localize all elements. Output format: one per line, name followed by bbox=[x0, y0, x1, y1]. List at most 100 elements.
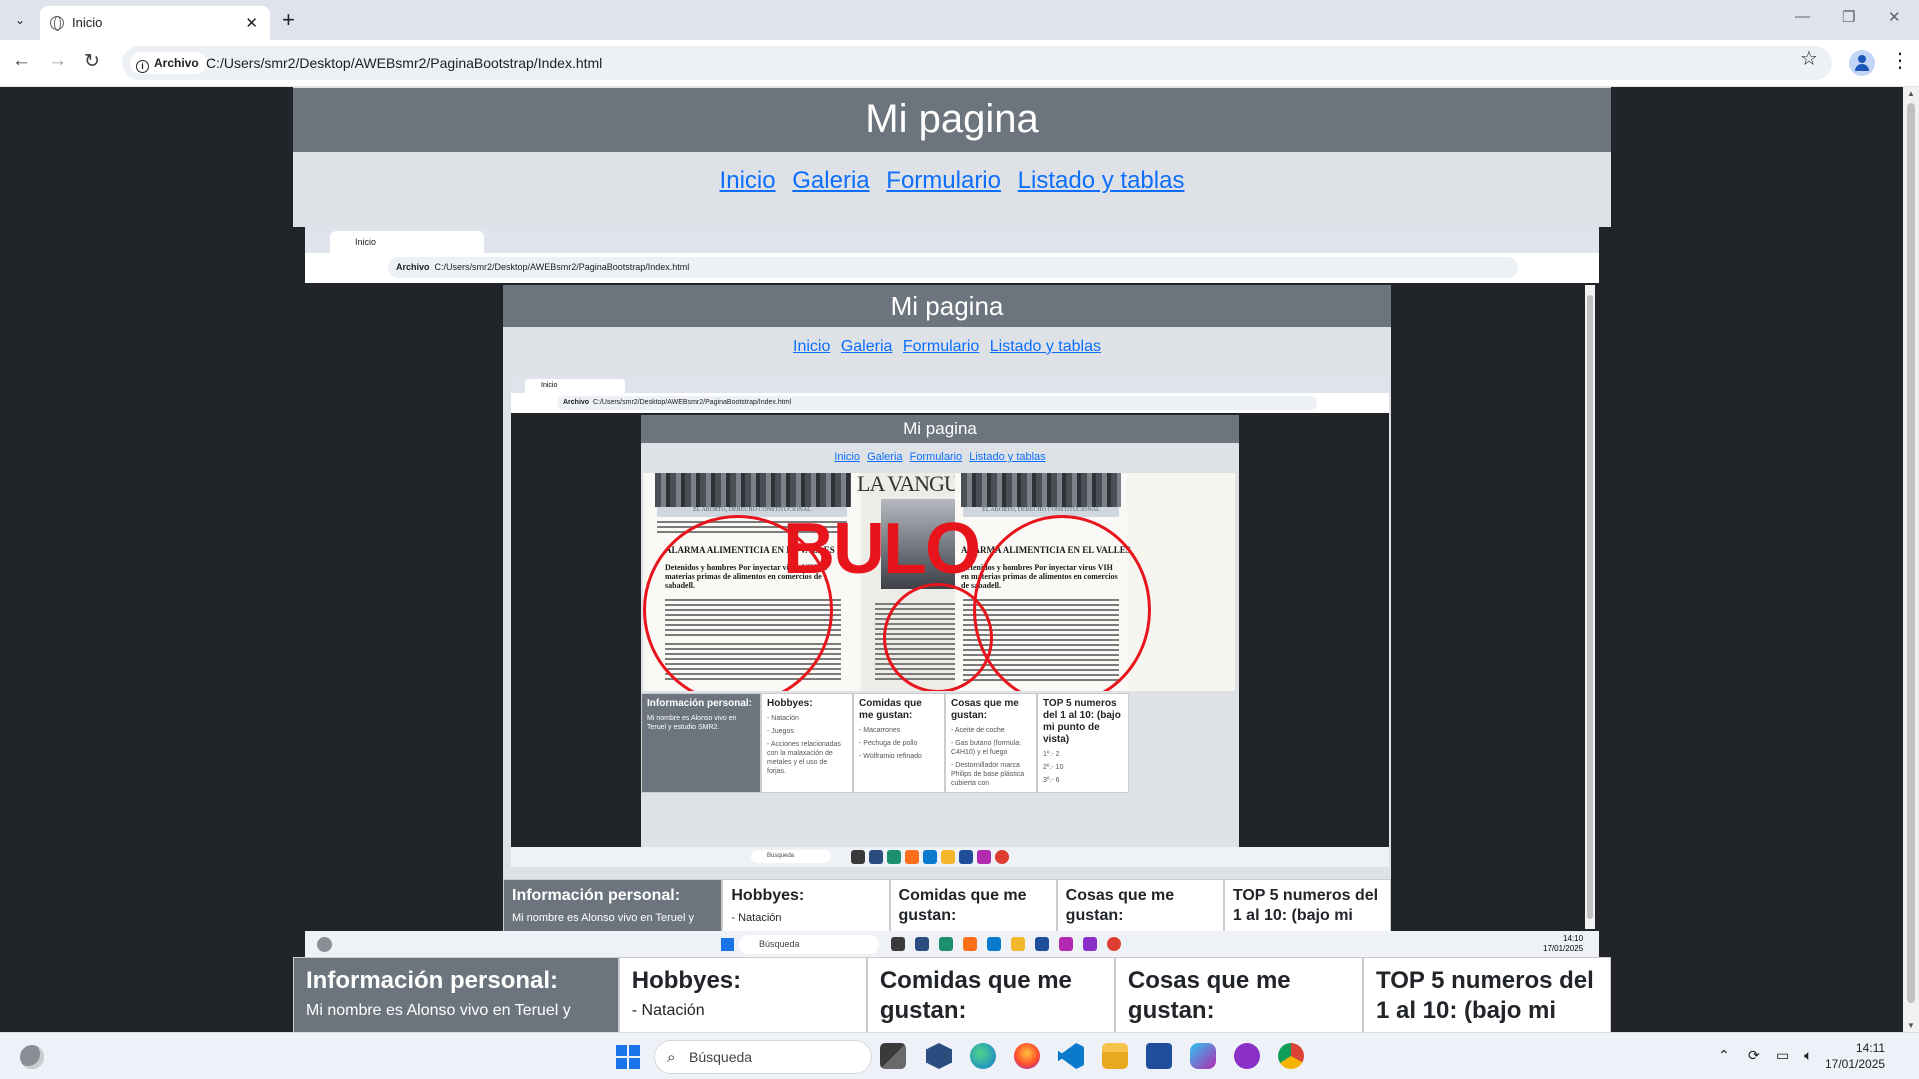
card-title: Comidas que me gustan: bbox=[859, 698, 922, 721]
nav-link-formulario[interactable]: Formulario bbox=[886, 167, 1001, 194]
search-placeholder: Búsqueda bbox=[689, 1049, 753, 1065]
carousel-image: Inicio Archivo C:/Users/smr2/Desktop/AWE… bbox=[293, 227, 1611, 957]
folder-icon[interactable] bbox=[1102, 1043, 1128, 1069]
vscode-icon[interactable] bbox=[1058, 1043, 1084, 1069]
forward-button[interactable]: → bbox=[48, 50, 67, 72]
card-text: - Macarrones bbox=[859, 727, 901, 734]
toolbar: ← → ↻ i Archivo C:/Users/smr2/Desktop/AWE… bbox=[0, 40, 1919, 87]
scroll-up-icon[interactable]: ▲ bbox=[1907, 89, 1915, 98]
card-informacion-personal: Información personal: Mi nombre es Alonso… bbox=[293, 957, 619, 1032]
app-icon bbox=[1107, 937, 1121, 951]
start-button[interactable] bbox=[616, 1045, 640, 1069]
nested-screenshot-2: Inicio Archivo C:/Users/smr2/Desktop/AWE… bbox=[511, 377, 1389, 867]
nested-card-comidas: Comidas que me gustan: bbox=[889, 879, 1057, 935]
card-text: - Gas butano (formula: C4H10) y el fuego bbox=[951, 740, 1022, 756]
page-viewport: Mi pagina Inicio Galeria Formulario List… bbox=[0, 87, 1903, 1032]
back-button[interactable]: ← bbox=[12, 50, 31, 72]
network-icon[interactable]: ▭ bbox=[1776, 1047, 1789, 1064]
nested2-taskbar: Búsqueda bbox=[511, 847, 1389, 867]
nested-search: Búsqueda bbox=[739, 935, 879, 954]
tab-strip: ⌄ Inicio ✕ + — ❐ ✕ bbox=[0, 0, 1919, 40]
chevron-up-icon[interactable]: ⌃ bbox=[1718, 1047, 1730, 1064]
card-title: Comidas que me gustan: bbox=[879, 967, 1072, 1024]
3d-viewer-icon[interactable] bbox=[926, 1043, 952, 1069]
nested2-omnibox: Archivo C:/Users/smr2/Desktop/AWEBsmr2/P… bbox=[557, 396, 1317, 410]
card-title: Información personal: bbox=[306, 967, 559, 994]
info-cards: Información personal: Mi nombre es Alonso… bbox=[293, 957, 1612, 1032]
browser-menu-icon[interactable]: ⋮ bbox=[1890, 48, 1910, 73]
nested-card-cosas: Cosas que me gustan: bbox=[1056, 879, 1224, 935]
game-icon[interactable] bbox=[1234, 1043, 1260, 1069]
scroll-down-icon[interactable]: ▼ bbox=[1907, 1021, 1915, 1030]
address-bar[interactable]: i Archivo C:/Users/smr2/Desktop/AWEBsmr2/… bbox=[122, 46, 1832, 80]
close-window-button[interactable]: ✕ bbox=[1888, 8, 1901, 26]
nested2-page: Mi pagina Inicio Galeria Formulario List… bbox=[641, 415, 1239, 855]
site-info-chip[interactable]: i Archivo bbox=[130, 52, 207, 74]
file-explorer-icon[interactable] bbox=[880, 1043, 906, 1069]
nested2-tab-strip: Inicio bbox=[511, 377, 1389, 393]
site-chip-label: Archivo bbox=[154, 56, 199, 70]
tab-close-icon[interactable]: ✕ bbox=[245, 14, 258, 32]
nav-link-listado[interactable]: Listado y tablas bbox=[1018, 167, 1185, 194]
clock-time: 14:11 bbox=[1855, 1041, 1886, 1055]
card-comidas: Comidas que me gustan: bbox=[866, 957, 1115, 1032]
app-icon bbox=[977, 850, 991, 864]
nested-screenshot-1: Inicio Archivo C:/Users/smr2/Desktop/AWE… bbox=[305, 227, 1599, 957]
chevron-down-icon[interactable]: ⌄ bbox=[8, 9, 32, 31]
nested2-card-top5: TOP 5 numeros del 1 al 10: (bajo mi punt… bbox=[1037, 693, 1129, 793]
system-clock[interactable]: 14:11 17/01/2025 bbox=[1825, 1040, 1885, 1072]
nested-page: Mi pagina Inicio Galeria Formulario List… bbox=[503, 285, 1391, 935]
weather-widget-icon[interactable] bbox=[20, 1045, 44, 1069]
nested-card-info: Información personal: Mi nombre es Alonso… bbox=[503, 879, 723, 935]
info-icon: i bbox=[136, 60, 149, 73]
page-scrollbar[interactable]: ▲ ▼ bbox=[1903, 87, 1919, 1032]
tab-inicio[interactable]: Inicio ✕ bbox=[40, 6, 270, 40]
sync-icon[interactable]: ⟳ bbox=[1748, 1047, 1760, 1064]
profile-avatar[interactable] bbox=[1849, 50, 1875, 76]
store-icon[interactable] bbox=[1146, 1043, 1172, 1069]
nested2-nav-inicio: Inicio bbox=[834, 451, 860, 463]
clock-date: 17/01/2025 bbox=[1825, 1057, 1886, 1071]
bookmark-star-icon[interactable]: ☆ bbox=[1800, 46, 1818, 71]
taskbar-search[interactable]: ⌕ Búsqueda bbox=[654, 1040, 872, 1074]
weather-icon bbox=[317, 937, 332, 952]
card-text: - Pechuga de pollo bbox=[859, 740, 918, 747]
nested-address-bar: Archivo C:/Users/smr2/Desktop/AWEBsmr2/P… bbox=[305, 253, 1599, 283]
app-icon bbox=[941, 850, 955, 864]
edge-icon[interactable] bbox=[970, 1043, 996, 1069]
nested-cards: Información personal: Mi nombre es Alonso… bbox=[503, 879, 1391, 935]
app-icon bbox=[995, 850, 1009, 864]
reload-button[interactable]: ↻ bbox=[84, 50, 100, 73]
minimize-button[interactable]: — bbox=[1795, 8, 1810, 25]
volume-icon[interactable]: 🔈︎ bbox=[1804, 1047, 1812, 1064]
card-text: - Wolframio refinado bbox=[859, 753, 922, 760]
app-icon bbox=[1059, 937, 1073, 951]
app-icon bbox=[915, 937, 929, 951]
nested2-page-title: Mi pagina bbox=[641, 415, 1239, 443]
app-icon bbox=[905, 850, 919, 864]
scrollbar-thumb[interactable] bbox=[1907, 103, 1915, 1003]
card-text: Mi nombre es Alonso vivo en Teruel y bbox=[306, 1002, 571, 1019]
app-icon bbox=[1011, 937, 1025, 951]
card-title: Hobbyes: bbox=[731, 887, 805, 904]
nav-link-inicio[interactable]: Inicio bbox=[720, 167, 776, 194]
nested-scrollbar bbox=[1585, 285, 1595, 929]
card-title: TOP 5 numeros del 1 al 10: (bajo mi punt… bbox=[1043, 698, 1121, 745]
page-title: Mi pagina bbox=[293, 88, 1611, 152]
firefox-icon[interactable] bbox=[1014, 1043, 1040, 1069]
copilot-icon[interactable] bbox=[1190, 1043, 1216, 1069]
nested2-site-chip: Archivo bbox=[563, 399, 590, 406]
restore-button[interactable]: ❐ bbox=[1842, 8, 1855, 26]
chrome-icon[interactable] bbox=[1278, 1043, 1304, 1069]
card-title: TOP 5 numeros del 1 al 10: (bajo mi bbox=[1375, 967, 1594, 1024]
red-circle bbox=[883, 583, 993, 691]
nav-link-galeria[interactable]: Galeria bbox=[792, 167, 869, 194]
new-tab-button[interactable]: + bbox=[282, 7, 295, 33]
app-icon bbox=[869, 850, 883, 864]
nested2-card-cosas: Cosas que me gustan: - Aceite de coche - G… bbox=[945, 693, 1037, 793]
url-text[interactable]: C:/Users/smr2/Desktop/AWEBsmr2/PaginaBoo… bbox=[206, 55, 602, 71]
search-icon: ⌕ bbox=[667, 1049, 676, 1066]
nested2-card-info: Información personal: Mi nombre es Alonso… bbox=[641, 693, 761, 793]
card-text: - Natación bbox=[767, 715, 799, 722]
nested-url: C:/Users/smr2/Desktop/AWEBsmr2/PaginaBoo… bbox=[434, 262, 690, 272]
